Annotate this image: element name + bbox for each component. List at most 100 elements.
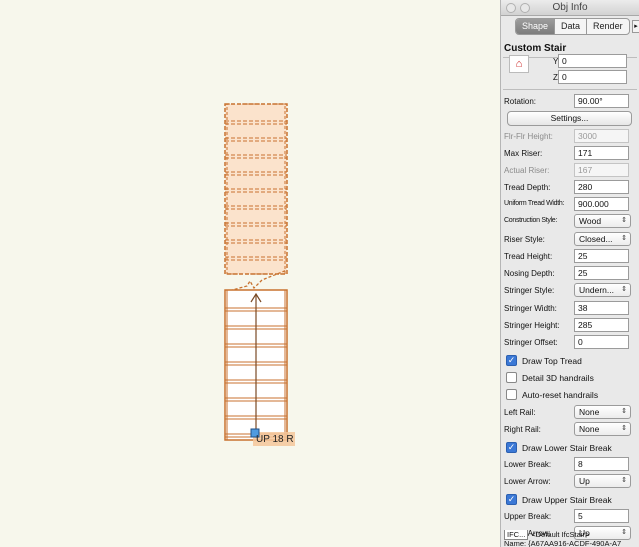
max-riser-label: Max Riser: <box>504 149 543 158</box>
tread-depth-field[interactable]: 280 <box>574 180 629 194</box>
detail-3d-handrails-label: Detail 3D handrails <box>522 373 594 383</box>
stringer-style-dropdown[interactable]: Undern... ⇕ <box>574 283 631 297</box>
lower-break-field[interactable]: 8 <box>574 457 629 471</box>
construction-style-dropdown[interactable]: Wood ⇕ <box>574 214 631 228</box>
palette-footer: IFC... <Default IfcStair> Name: {A67AA916… <box>504 530 639 547</box>
divider <box>503 89 637 90</box>
nosing-depth-field[interactable]: 25 <box>574 266 629 280</box>
stringer-style-row: Stringer Style: Undern... ⇕ <box>504 283 637 300</box>
flr-flr-height-field: 3000 <box>574 129 629 143</box>
stepper-arrows-icon: ⇕ <box>621 408 627 415</box>
actual-riser-row: Actual Riser: 167 <box>504 163 637 180</box>
riser-style-value: Closed... <box>579 234 613 244</box>
lower-break-label: Lower Break: <box>504 460 552 469</box>
ifc-row: IFC... <Default IfcStair> <box>504 530 639 540</box>
draw-lower-stair-break-checkbox[interactable]: ✓ <box>506 442 517 453</box>
stepper-arrows-icon: ⇕ <box>621 217 627 224</box>
actual-riser-field: 167 <box>574 163 629 177</box>
rotation-label: Rotation: <box>504 97 537 106</box>
right-rail-value: None <box>579 424 600 434</box>
stringer-style-value: Undern... <box>579 285 614 295</box>
right-rail-row: Right Rail: None ⇕ <box>504 422 637 439</box>
stair-plan-drawing[interactable] <box>0 0 500 547</box>
riser-style-label: Riser Style: <box>504 235 545 244</box>
draw-lower-stair-break-checkbox-row[interactable]: ✓ Draw Lower Stair Break <box>501 440 639 456</box>
close-window-button[interactable] <box>506 3 516 13</box>
left-rail-label: Left Rail: <box>504 408 536 417</box>
draw-upper-stair-break-label: Draw Upper Stair Break <box>522 495 612 505</box>
stringer-height-row: Stringer Height: 285 <box>504 318 637 335</box>
tread-height-row: Tread Height: 25 <box>504 249 637 266</box>
stringer-offset-row: Stringer Offset: 0 <box>504 335 637 352</box>
minimize-window-button[interactable] <box>520 3 530 13</box>
actual-riser-label: Actual Riser: <box>504 166 550 175</box>
lower-break-row: Lower Break: 8 <box>504 457 637 474</box>
riser-style-dropdown[interactable]: Closed... ⇕ <box>574 232 631 246</box>
tab-shape[interactable]: Shape <box>516 19 556 34</box>
left-rail-dropdown[interactable]: None ⇕ <box>574 405 631 419</box>
construction-style-value: Wood <box>579 216 602 226</box>
uniform-tread-width-row: Uniform Tread Width: 900.000 <box>504 197 637 214</box>
tab-render[interactable]: Render <box>587 19 629 34</box>
nosing-depth-row: Nosing Depth: 25 <box>504 266 637 283</box>
nosing-depth-label: Nosing Depth: <box>504 269 555 278</box>
stringer-width-field[interactable]: 38 <box>574 301 629 315</box>
upper-break-label: Upper Break: <box>504 512 552 521</box>
right-rail-dropdown[interactable]: None ⇕ <box>574 422 631 436</box>
object-name-text: Name: {A67AA916-ACDF-490A-A7 <box>504 539 622 547</box>
uniform-tread-width-field[interactable]: 900.000 <box>574 197 629 211</box>
y-row: Y: 0 <box>504 54 637 71</box>
palette-menu-button[interactable]: ▸ <box>632 20 639 33</box>
draw-upper-stair-break-checkbox-row[interactable]: ✓ Draw Upper Stair Break <box>501 492 639 508</box>
detail-3d-handrails-checkbox[interactable] <box>506 372 517 383</box>
construction-style-label: Construction Style: <box>504 217 558 224</box>
draw-top-tread-checkbox[interactable]: ✓ <box>506 355 517 366</box>
tread-depth-row: Tread Depth: 280 <box>504 180 637 197</box>
palette-titlebar: Obj Info <box>501 0 639 16</box>
rotation-field[interactable]: 90.00° <box>574 94 629 108</box>
lower-arrow-dropdown[interactable]: Up ⇕ <box>574 474 631 488</box>
stepper-arrows-icon: ⇕ <box>621 477 627 484</box>
max-riser-row: Max Riser: 171 <box>504 146 637 163</box>
settings-button[interactable]: Settings... <box>507 111 632 126</box>
tread-height-field[interactable]: 25 <box>574 249 629 263</box>
left-rail-value: None <box>579 407 600 417</box>
ifc-class-text: <Default IfcStair> <box>531 530 590 539</box>
palette-tabs: Shape Data Render <box>515 18 630 35</box>
tread-height-label: Tread Height: <box>504 252 553 261</box>
z-row: Z: 0 <box>504 70 637 87</box>
y-field[interactable]: 0 <box>558 54 627 68</box>
stringer-height-field[interactable]: 285 <box>574 318 629 332</box>
upper-break-field[interactable]: 5 <box>574 509 629 523</box>
draw-top-tread-label: Draw Top Tread <box>522 356 582 366</box>
auto-reset-handrails-label: Auto-reset handrails <box>522 390 599 400</box>
stringer-width-row: Stringer Width: 38 <box>504 301 637 318</box>
object-type-title: Custom Stair <box>504 43 567 54</box>
flr-flr-height-label: Flr-Flr Height: <box>504 132 553 141</box>
auto-reset-handrails-checkbox[interactable] <box>506 389 517 400</box>
riser-style-row: Riser Style: Closed... ⇕ <box>504 232 637 249</box>
upper-break-row: Upper Break: 5 <box>504 509 637 526</box>
flr-flr-height-row: Flr-Flr Height: 3000 <box>504 129 637 146</box>
draw-lower-stair-break-label: Draw Lower Stair Break <box>522 443 612 453</box>
stringer-style-label: Stringer Style: <box>504 286 555 295</box>
palette-title: Obj Info <box>552 2 588 13</box>
lower-arrow-label: Lower Arrow: <box>504 477 551 486</box>
max-riser-field[interactable]: 171 <box>574 146 629 160</box>
detail-3d-handrails-checkbox-row[interactable]: Detail 3D handrails <box>501 370 639 386</box>
uniform-tread-width-label: Uniform Tread Width: <box>504 200 565 207</box>
stringer-offset-field[interactable]: 0 <box>574 335 629 349</box>
left-rail-row: Left Rail: None ⇕ <box>504 405 637 422</box>
construction-style-row: Construction Style: Wood ⇕ <box>504 214 637 231</box>
right-rail-label: Right Rail: <box>504 425 541 434</box>
stringer-width-label: Stringer Width: <box>504 304 557 313</box>
stringer-height-label: Stringer Height: <box>504 321 560 330</box>
tab-data[interactable]: Data <box>555 19 588 34</box>
tread-depth-label: Tread Depth: <box>504 183 551 192</box>
draw-upper-stair-break-checkbox[interactable]: ✓ <box>506 494 517 505</box>
draw-top-tread-checkbox-row[interactable]: ✓ Draw Top Tread <box>501 353 639 369</box>
z-field[interactable]: 0 <box>558 70 627 84</box>
auto-reset-handrails-checkbox-row[interactable]: Auto-reset handrails <box>501 387 639 403</box>
stepper-arrows-icon: ⇕ <box>621 425 627 432</box>
drawing-canvas[interactable]: UP 18 R <box>0 0 500 547</box>
